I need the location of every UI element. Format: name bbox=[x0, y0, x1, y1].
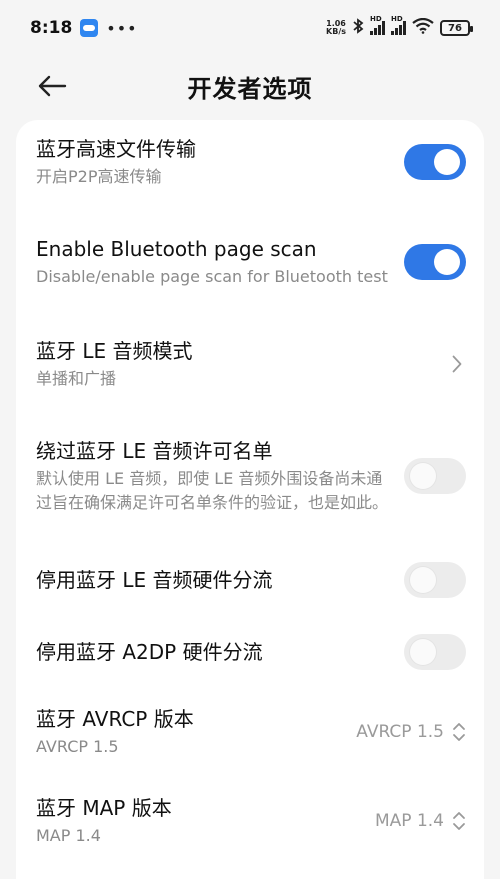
setting-subtitle: 开启P2P高速传输 bbox=[36, 167, 162, 186]
signal-hd-label-2: HD bbox=[391, 15, 403, 23]
setting-disable-le-offload[interactable]: 停用蓝牙 LE 音频硬件分流 bbox=[36, 560, 466, 600]
setting-title: 停用蓝牙 A2DP 硬件分流 bbox=[36, 640, 263, 664]
disable-a2dp-offload-toggle[interactable] bbox=[404, 634, 466, 670]
disable-le-offload-toggle[interactable] bbox=[404, 562, 466, 598]
bt-hs-transfer-toggle[interactable] bbox=[404, 144, 466, 180]
cloud-icon bbox=[80, 19, 99, 37]
setting-title: 绕过蓝牙 LE 音频许可名单 bbox=[36, 439, 273, 463]
more-dots-icon: ••• bbox=[106, 18, 138, 38]
back-button[interactable] bbox=[34, 68, 70, 104]
signal-icon-2: HD bbox=[391, 15, 406, 35]
setting-title: 蓝牙 LE 音频模式 bbox=[36, 339, 193, 363]
back-arrow-icon bbox=[38, 75, 67, 97]
setting-title: 蓝牙高速文件传输 bbox=[36, 137, 196, 161]
setting-title: Enable Bluetooth page scan bbox=[36, 237, 317, 261]
setting-subtitle: 默认使用 LE 音频，即使 LE 音频外围设备尚未通过旨在确保满足许可名单条件的… bbox=[36, 469, 389, 512]
setting-bt-page-scan[interactable]: Enable Bluetooth page scan Disable/enabl… bbox=[36, 222, 466, 302]
setting-le-audio-mode[interactable]: 蓝牙 LE 音频模式 单播和广播 bbox=[36, 336, 466, 392]
net-speed-unit: KB/s bbox=[326, 27, 346, 36]
page-title: 开发者选项 bbox=[187, 74, 313, 103]
status-time: 8:18 bbox=[30, 18, 73, 38]
setting-subtitle: 单播和广播 bbox=[36, 369, 117, 388]
app-header: 开发者选项 bbox=[0, 56, 500, 116]
chevron-right-icon bbox=[448, 352, 466, 376]
net-speed: 1.06 KB/s bbox=[326, 20, 346, 36]
select-value-text: AVRCP 1.5 bbox=[356, 722, 444, 742]
bypass-le-allowlist-toggle[interactable] bbox=[404, 458, 466, 494]
setting-bypass-le-allowlist[interactable]: 绕过蓝牙 LE 音频许可名单 默认使用 LE 音频，即使 LE 音频外围设备尚未… bbox=[36, 424, 466, 528]
setting-bt-hs-transfer[interactable]: 蓝牙高速文件传输 开启P2P高速传输 bbox=[36, 134, 466, 190]
select-value-text: MAP 1.4 bbox=[375, 811, 444, 831]
signal-icon: HD bbox=[370, 15, 385, 35]
settings-card: 蓝牙高速文件传输 开启P2P高速传输 Enable Bluetooth page… bbox=[16, 120, 484, 879]
battery-icon: 76 bbox=[440, 20, 473, 36]
setting-title: 蓝牙 AVRCP 版本 bbox=[36, 707, 194, 731]
setting-avrcp-version[interactable]: 蓝牙 AVRCP 版本 AVRCP 1.5 AVRCP 1.5 bbox=[36, 704, 466, 760]
map-version-select[interactable]: MAP 1.4 bbox=[375, 810, 466, 832]
setting-subtitle: AVRCP 1.5 bbox=[36, 737, 119, 756]
wifi-icon bbox=[412, 17, 434, 38]
setting-subtitle: MAP 1.4 bbox=[36, 826, 101, 845]
setting-title: 蓝牙 MAP 版本 bbox=[36, 796, 172, 820]
status-bar: 8:18 ••• 1.06 KB/s HD HD 76 bbox=[0, 0, 500, 56]
bt-page-scan-toggle[interactable] bbox=[404, 244, 466, 280]
setting-title: 停用蓝牙 LE 音频硬件分流 bbox=[36, 568, 273, 592]
up-down-chevron-icon bbox=[453, 812, 465, 830]
bluetooth-icon bbox=[352, 18, 364, 38]
setting-disable-a2dp-offload[interactable]: 停用蓝牙 A2DP 硬件分流 bbox=[36, 632, 466, 672]
setting-map-version[interactable]: 蓝牙 MAP 版本 MAP 1.4 MAP 1.4 bbox=[36, 793, 466, 849]
signal-hd-label: HD bbox=[370, 15, 382, 23]
avrcp-version-select[interactable]: AVRCP 1.5 bbox=[356, 721, 466, 743]
up-down-chevron-icon bbox=[453, 723, 465, 741]
setting-subtitle: Disable/enable page scan for Bluetooth t… bbox=[36, 267, 388, 286]
